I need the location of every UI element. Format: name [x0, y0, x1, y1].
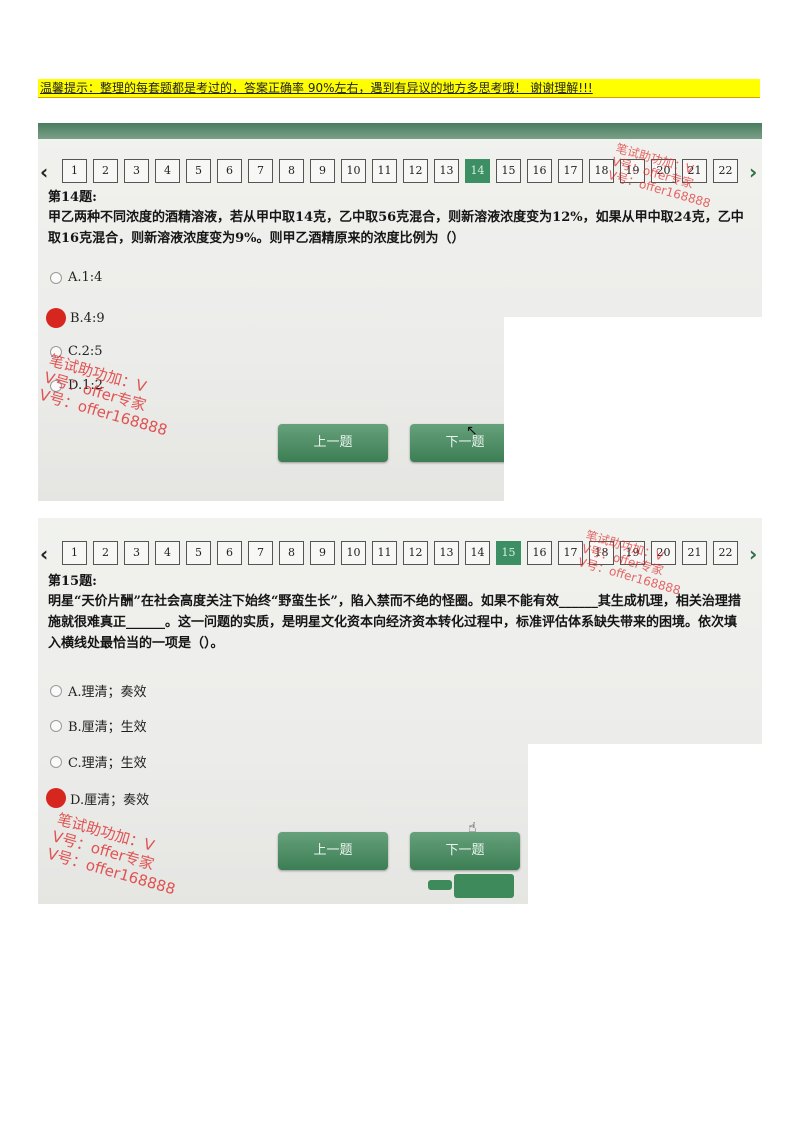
- page-button-7[interactable]: 7: [248, 541, 273, 565]
- question-15-screenshot: ‹ 1 2 3 4 5 6 7 8 9 10 11 12 13 14 15 16 17 18 19 20 21 22 › …: [38, 518, 762, 904]
- green-fragment: [428, 880, 452, 890]
- question-body: 甲乙两种不同浓度的酒精溶液，若从甲中取14克，乙中取56克混合，则新溶液浓度变为…: [48, 210, 744, 246]
- option-d[interactable]: D.厘清；奏效: [46, 788, 149, 808]
- prev-question-button[interactable]: 上一题: [278, 832, 388, 870]
- page-button-9[interactable]: 9: [310, 541, 335, 565]
- page-button-17[interactable]: 17: [558, 159, 583, 183]
- cursor-icon: ↖: [466, 423, 478, 439]
- page-button-13[interactable]: 13: [434, 541, 459, 565]
- page-button-16[interactable]: 16: [527, 159, 552, 183]
- radio-icon[interactable]: [50, 271, 62, 284]
- redaction-box: [504, 317, 762, 501]
- page-button-13[interactable]: 13: [434, 159, 459, 183]
- next-question-button[interactable]: 下一题: [410, 832, 520, 870]
- page-button-16[interactable]: 16: [527, 541, 552, 565]
- page-button-3[interactable]: 3: [124, 541, 149, 565]
- prev-page-arrow-icon[interactable]: ‹: [40, 160, 48, 184]
- page-button-22[interactable]: 22: [713, 541, 738, 565]
- page-button-12[interactable]: 12: [403, 159, 428, 183]
- redaction-box: [528, 744, 762, 904]
- watermark: 笔试助功加：V V号：offer专家 V号：offer168888: [45, 810, 178, 899]
- green-fragment: [454, 874, 514, 898]
- option-a[interactable]: A.理清；奏效: [50, 681, 147, 700]
- page-button-3[interactable]: 3: [124, 159, 149, 183]
- page-button-15[interactable]: 15: [496, 159, 521, 183]
- page-button-10[interactable]: 10: [341, 541, 366, 565]
- watermark-corner: 笔试助功加：V V号：offer专家 V号：offer168888: [606, 141, 713, 211]
- radio-selected-icon[interactable]: [46, 788, 66, 808]
- page-button-2[interactable]: 2: [93, 159, 118, 183]
- page-button-12[interactable]: 12: [403, 541, 428, 565]
- page-button-14[interactable]: 14: [465, 159, 490, 183]
- page-button-4[interactable]: 4: [155, 541, 180, 565]
- watermark: 笔试助功加：V V号：offer专家 V号：offer168888: [38, 351, 170, 440]
- page-button-8[interactable]: 8: [279, 159, 304, 183]
- page-button-5[interactable]: 5: [186, 159, 211, 183]
- page-button-11[interactable]: 11: [372, 159, 397, 183]
- page-button-11[interactable]: 11: [372, 541, 397, 565]
- watermark-corner: 笔试助功加：V V号：offer专家 V号：offer168888: [576, 528, 683, 598]
- top-strip: [38, 123, 762, 139]
- radio-selected-icon[interactable]: [46, 308, 66, 328]
- next-page-arrow-icon[interactable]: ›: [749, 160, 757, 184]
- page-button-14[interactable]: 14: [465, 541, 490, 565]
- page-button-10[interactable]: 10: [341, 159, 366, 183]
- page-button-4[interactable]: 4: [155, 159, 180, 183]
- option-a[interactable]: A.1:4: [50, 270, 102, 285]
- page-button-2[interactable]: 2: [93, 541, 118, 565]
- page-button-6[interactable]: 6: [217, 159, 242, 183]
- question-title: 第14题:: [48, 190, 97, 205]
- page-button-15[interactable]: 15: [496, 541, 521, 565]
- option-c[interactable]: C.理清；生效: [50, 752, 147, 771]
- page-button-9[interactable]: 9: [310, 159, 335, 183]
- page-button-8[interactable]: 8: [279, 541, 304, 565]
- radio-icon[interactable]: [50, 755, 62, 768]
- question-title: 第15题:: [48, 574, 97, 589]
- option-b[interactable]: B.4:9: [46, 308, 105, 328]
- radio-icon[interactable]: [50, 719, 62, 732]
- next-page-arrow-icon[interactable]: ›: [749, 542, 757, 566]
- page-button-1[interactable]: 1: [62, 159, 87, 183]
- question-body: 明星“天价片酬”在社会高度关注下始终“野蛮生长”，陷入禁而不绝的怪圈。如果不能有…: [48, 594, 741, 651]
- page-button-5[interactable]: 5: [186, 541, 211, 565]
- question-14-screenshot: ‹ 1 2 3 4 5 6 7 8 9 10 11 12 13 14 15 16 17 18 19 20 21 22 › …: [38, 123, 762, 501]
- notice-banner: 温馨提示：整理的每套题都是考过的，答案正确率 90%左右，遇到有异议的地方多思考…: [38, 79, 760, 98]
- cursor-icon: ☝: [468, 820, 477, 836]
- radio-icon[interactable]: [50, 684, 62, 697]
- prev-question-button[interactable]: 上一题: [278, 424, 388, 462]
- page-button-6[interactable]: 6: [217, 541, 242, 565]
- option-b[interactable]: B.厘清；生效: [50, 716, 147, 735]
- page-button-1[interactable]: 1: [62, 541, 87, 565]
- page-button-7[interactable]: 7: [248, 159, 273, 183]
- prev-page-arrow-icon[interactable]: ‹: [40, 542, 48, 566]
